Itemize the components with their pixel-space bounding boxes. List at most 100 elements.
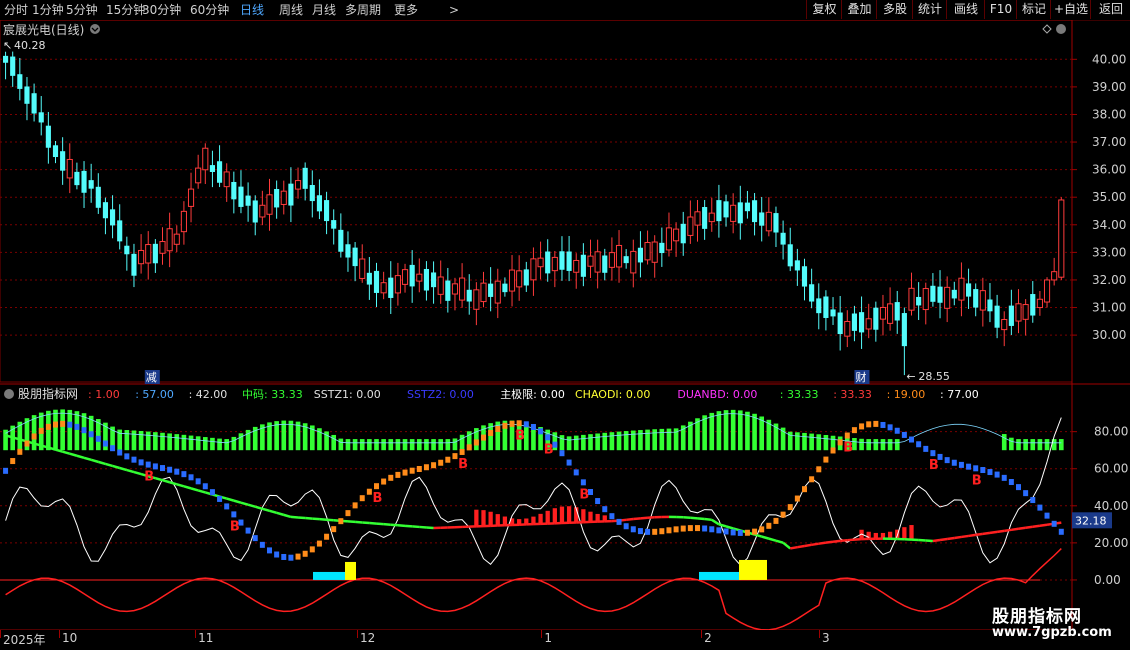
date-tick [541, 630, 543, 638]
step-block [138, 459, 144, 466]
bottom-yellow-block [345, 561, 356, 580]
candle-body [916, 296, 922, 306]
toolbar-button-3[interactable]: 统计 [912, 0, 947, 19]
period-tab-2[interactable]: 5分钟 [66, 1, 98, 19]
main-line-segment [176, 483, 185, 488]
candle-body [922, 288, 929, 311]
step-block [766, 522, 772, 529]
step-block [459, 448, 465, 455]
bottom-cyan-block [699, 571, 741, 580]
candle-body [623, 256, 629, 264]
candle-body [252, 200, 258, 223]
candle-body [580, 254, 586, 277]
step-block [1016, 484, 1021, 491]
main-line-segment [939, 537, 948, 542]
step-block [67, 421, 73, 428]
step-block [95, 435, 101, 442]
candle-body [694, 211, 701, 226]
candle-body [180, 210, 187, 233]
toolbar-button-6[interactable]: 标记 [1016, 0, 1051, 19]
step-block [780, 511, 786, 518]
candle-body [159, 241, 166, 254]
step-block [24, 440, 30, 447]
candle-body [887, 303, 894, 324]
main-line-segment [276, 511, 285, 517]
candle-body [751, 200, 758, 223]
period-tab-0[interactable]: 分时 [4, 1, 28, 19]
step-block [3, 467, 9, 474]
candle-body [830, 309, 836, 317]
indicator-value: 主极限: 0.00 [500, 387, 565, 401]
main-line-segment [825, 540, 834, 544]
period-tab-7[interactable]: 周线 [279, 1, 303, 19]
main-line-segment [989, 530, 998, 535]
step-block [530, 423, 536, 430]
indicator-value: : 19.00 [887, 388, 926, 401]
date-tick [701, 630, 703, 638]
step-block [181, 471, 187, 478]
candle-body [787, 244, 793, 267]
period-tab-3[interactable]: 15分钟 [106, 1, 145, 19]
toolbar-button-2[interactable]: 多股 [876, 0, 913, 19]
candle-body [823, 296, 829, 318]
main-line-segment [254, 505, 263, 510]
step-block [844, 432, 850, 439]
step-block [759, 526, 765, 533]
toolbar-button-0[interactable]: 复权 [806, 0, 842, 19]
main-line-segment [718, 523, 727, 528]
step-block [723, 528, 729, 535]
period-tab-1[interactable]: 1分钟 [32, 1, 64, 19]
step-block [730, 529, 736, 536]
period-tab-10[interactable]: 更多 [394, 1, 418, 19]
candle-body [930, 285, 936, 302]
candle-body [879, 306, 887, 320]
period-tab-9[interactable]: 多周期 [345, 1, 381, 19]
step-block [873, 420, 879, 427]
candle-body [216, 161, 223, 183]
period-tab-8[interactable]: 月线 [312, 1, 336, 19]
candle-body [274, 189, 280, 208]
step-block [859, 423, 865, 430]
indicator-tick-label: 40.00 [1094, 499, 1128, 513]
step-block [1008, 479, 1014, 486]
main-line-segment [383, 522, 391, 526]
candle-body [60, 151, 66, 171]
toolbar-button-4[interactable]: 画线 [946, 0, 985, 19]
candle-body [502, 283, 508, 293]
main-line-segment [390, 523, 398, 527]
step-block [167, 466, 173, 473]
period-toolbar: 分时 1分钟 5分钟 15分钟 30分钟 60分钟 日线 周线 月线 多周期 更多 > 复权 叠加 多股 统计… [0, 0, 1130, 21]
period-tab-5[interactable]: 60分钟 [190, 1, 229, 19]
toolbar-button-5[interactable]: F10 [984, 0, 1017, 19]
date-label: 10 [61, 631, 78, 645]
main-line-segment [946, 536, 955, 541]
step-block [887, 424, 893, 431]
toolbar-button-1[interactable]: 叠加 [841, 0, 877, 19]
toolbar-button-7[interactable]: +自选 [1050, 0, 1091, 19]
price-tick-label: 34.00 [1092, 218, 1126, 232]
main-line-segment [326, 518, 334, 522]
period-tab-4[interactable]: 30分钟 [142, 1, 181, 19]
high-marker-icon: ↖ [3, 39, 12, 52]
main-line-segment [297, 516, 306, 520]
period-tab-6[interactable]: 日线 [240, 1, 264, 19]
indicator-tick-label: 80.00 [1094, 425, 1128, 439]
candle-body [10, 56, 16, 76]
step-block [110, 445, 116, 452]
candle-body [673, 228, 680, 242]
toolbar-button-8[interactable]: 返回 [1090, 0, 1130, 19]
step-block [374, 483, 379, 490]
candle-body [173, 233, 180, 245]
step-block [209, 489, 215, 496]
more-arrow-icon[interactable]: > [449, 1, 459, 19]
candle-body [1051, 271, 1058, 281]
candle-body [794, 260, 800, 271]
indicator-tick-label: 60.00 [1094, 462, 1128, 476]
step-block [302, 550, 308, 557]
step-block [509, 420, 515, 427]
step-block [901, 431, 907, 438]
candle-body [530, 258, 537, 281]
main-line-segment [62, 450, 71, 455]
main-line-segment [197, 489, 206, 494]
step-block [623, 523, 629, 530]
